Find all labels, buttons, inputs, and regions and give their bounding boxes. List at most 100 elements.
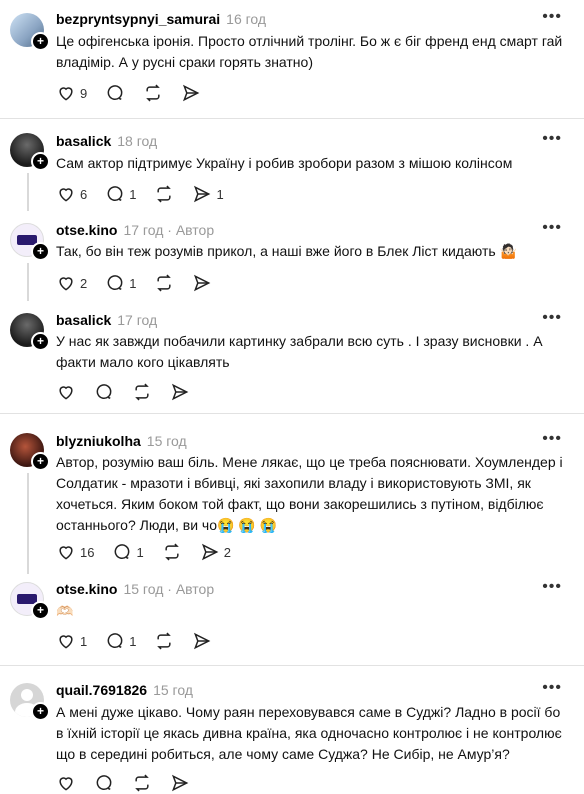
repost-button[interactable] — [132, 773, 152, 793]
plus-icon[interactable]: + — [31, 452, 50, 471]
username[interactable]: basalick — [56, 133, 111, 149]
comment-header: basalick 18 год — [56, 133, 157, 149]
reply-count: 1 — [129, 275, 137, 291]
username[interactable]: otse.kino — [56, 581, 117, 597]
repost-button[interactable] — [154, 273, 174, 293]
like-button[interactable]: 9 — [56, 83, 87, 103]
username[interactable]: blyzniukolha — [56, 433, 141, 449]
like-button[interactable] — [56, 382, 76, 402]
author-badge: · Автор — [167, 581, 215, 597]
comment-icon — [107, 85, 123, 100]
reply-button[interactable] — [94, 382, 114, 402]
comment-item: + otse.kino 17 год · Автор ••• Так, бо ві… — [0, 211, 584, 301]
plus-icon[interactable]: + — [31, 242, 50, 261]
repost-button[interactable] — [154, 184, 174, 204]
comment-header: blyzniukolha 15 год — [56, 433, 187, 449]
reply-count: 1 — [136, 544, 144, 560]
plus-icon[interactable]: + — [31, 152, 50, 171]
comment-header: basalick 17 год — [56, 312, 157, 328]
more-icon[interactable]: ••• — [542, 679, 562, 697]
share-button[interactable]: 1 — [192, 184, 224, 204]
like-button[interactable]: 1 — [56, 631, 87, 651]
more-icon[interactable]: ••• — [542, 309, 562, 327]
heart-icon — [59, 386, 73, 400]
repost-button[interactable] — [132, 382, 152, 402]
action-bar: 9 — [56, 82, 219, 104]
share-button[interactable]: 2 — [200, 542, 231, 562]
repost-icon — [157, 274, 172, 292]
like-button[interactable] — [56, 773, 76, 793]
username[interactable]: quail.7691826 — [56, 682, 147, 698]
more-icon[interactable]: ••• — [542, 430, 562, 448]
comment-item: + basalick 18 год ••• Сам актор підтримує… — [0, 119, 584, 211]
share-button[interactable] — [181, 83, 201, 103]
send-icon — [201, 543, 219, 561]
action-bar — [56, 381, 208, 403]
comment-header: otse.kino 15 год · Автор — [56, 581, 214, 597]
repost-icon — [164, 543, 179, 561]
comment-icon — [115, 544, 130, 559]
comment-icon — [107, 633, 123, 648]
share-button[interactable] — [192, 631, 212, 651]
send-icon — [171, 774, 189, 792]
plus-icon[interactable]: + — [31, 702, 50, 721]
plus-icon[interactable]: + — [31, 601, 50, 620]
like-count: 9 — [80, 85, 88, 101]
username[interactable]: bezpryntsypnyi_samurai — [56, 11, 220, 27]
like-count: 16 — [80, 544, 95, 560]
reply-button[interactable]: 1 — [112, 542, 144, 562]
timestamp[interactable]: 17 год — [117, 312, 157, 328]
thread-line — [27, 473, 29, 574]
comment-icon — [96, 775, 112, 790]
heart-icon — [59, 635, 73, 649]
repost-icon — [146, 84, 161, 102]
heart-icon — [59, 188, 73, 202]
more-icon[interactable]: ••• — [542, 219, 562, 237]
like-button[interactable]: 2 — [56, 273, 87, 293]
share-button[interactable] — [192, 273, 212, 293]
repost-icon — [157, 632, 172, 650]
plus-icon[interactable]: + — [31, 32, 50, 51]
reply-button[interactable] — [105, 83, 125, 103]
reply-button[interactable] — [94, 773, 114, 793]
comment-header: otse.kino 17 год · Автор — [56, 222, 214, 238]
like-button[interactable]: 16 — [56, 542, 94, 562]
more-icon[interactable]: ••• — [542, 8, 562, 26]
timestamp[interactable]: 15 год — [153, 682, 193, 698]
reply-button[interactable]: 1 — [105, 184, 136, 204]
comment-item: + otse.kino 15 год · Автор ••• 🫶🏻 1 1 — [0, 574, 584, 665]
username[interactable]: otse.kino — [56, 222, 117, 238]
repost-button[interactable] — [143, 83, 163, 103]
timestamp[interactable]: 18 год — [117, 133, 157, 149]
repost-button[interactable] — [154, 631, 174, 651]
share-button[interactable] — [170, 773, 190, 793]
comment-text: А мені дуже цікаво. Чому раян переховува… — [56, 704, 562, 762]
like-count: 1 — [80, 633, 88, 649]
action-bar: 16 1 2 — [56, 541, 249, 563]
comment-item: + blyzniukolha 15 год ••• Автор, розумію … — [0, 414, 584, 574]
action-bar: 2 1 — [56, 272, 230, 294]
share-button[interactable] — [170, 382, 190, 402]
action-bar: 6 1 1 — [56, 183, 242, 205]
username[interactable]: basalick — [56, 312, 111, 328]
plus-icon[interactable]: + — [31, 332, 50, 351]
timestamp[interactable]: 16 год — [226, 11, 266, 27]
repost-button[interactable] — [162, 542, 182, 562]
like-button[interactable]: 6 — [56, 184, 87, 204]
timestamp[interactable]: 17 год — [123, 222, 163, 238]
more-icon[interactable]: ••• — [542, 578, 562, 596]
comment-text: У нас як завжди побачили картинку забрал… — [56, 333, 543, 370]
reply-button[interactable]: 1 — [105, 273, 136, 293]
timestamp[interactable]: 15 год — [147, 433, 187, 449]
comment-text: Це офігенська іронія. Просто отлічний тр… — [56, 33, 563, 70]
like-count: 6 — [80, 186, 88, 202]
reply-button[interactable]: 1 — [105, 631, 136, 651]
send-icon — [194, 185, 211, 203]
thread-line — [27, 263, 29, 301]
repost-icon — [157, 185, 172, 203]
timestamp[interactable]: 15 год — [123, 581, 163, 597]
reply-count: 1 — [129, 186, 137, 202]
more-icon[interactable]: ••• — [542, 130, 562, 148]
heart-icon — [59, 546, 73, 560]
send-icon — [183, 84, 200, 102]
